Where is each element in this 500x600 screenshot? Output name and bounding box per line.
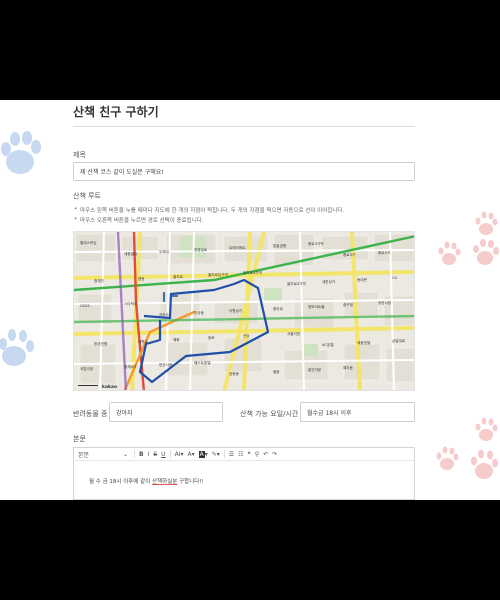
redo-icon[interactable]: ↷ [270, 448, 279, 460]
map-place-label: 창경궁로 [194, 247, 208, 252]
title-divider [73, 126, 415, 127]
chevron-down-icon: ⌄ [122, 450, 128, 458]
map-place-label: 을지로3가역 [243, 270, 262, 275]
map-place-label: 힐데스하임 [80, 240, 97, 245]
map-place-label: 베스트호텔 [194, 360, 211, 365]
post-form-page: 산책 친구 구하기 제목 제 산책 코스 같이 도실분 구해요! 산책 루트 마… [0, 100, 500, 500]
map-place-label: 방산시장 [159, 362, 173, 367]
bold-icon[interactable]: B [137, 448, 146, 460]
pet-type-input[interactable]: 강아지 [109, 402, 223, 422]
walk-time-label: 산책 가능 요일/시간 [240, 410, 299, 418]
map-place-label: 을지로 [173, 274, 184, 279]
spellcheck-underlined-word: 산책하실분 [152, 479, 178, 485]
font-size-icon[interactable]: AI▾ [173, 448, 186, 460]
map-place-label: 국립극장 [80, 366, 94, 371]
highlight-pen-icon[interactable]: ✎▾ [210, 448, 222, 460]
map-place-label: 을지로4가역 [287, 281, 306, 286]
body-label: 본문 [73, 435, 86, 443]
paw-print-icon [473, 239, 499, 265]
paw-print-icon [475, 417, 498, 441]
map-place-label: 예지동 [343, 365, 354, 370]
map-place-label: 세운상가 [322, 279, 336, 284]
route-hint-left-click: 마우스 왼쪽 버튼을 누를 때마다 지도에 한 개의 지점이 찍힙니다. 두 개… [74, 206, 344, 214]
link-icon[interactable]: ⚲ [253, 448, 261, 460]
map-place-label: 세종빌딩 [124, 251, 137, 256]
numbered-list-icon[interactable]: ☷ [236, 448, 245, 460]
map-place-label: 중구청 [343, 302, 353, 307]
map-place-label: 인사동 [194, 310, 205, 315]
map-place-label: CU [392, 276, 398, 280]
paragraph-style-select[interactable]: 본문 ⌄ [74, 448, 132, 460]
map-place-label: 장충동 [229, 371, 240, 376]
map-place-label: 청계4가 [124, 364, 137, 369]
map-logo: kakao [102, 384, 117, 390]
paw-print-icon [471, 449, 498, 479]
map-place-label: 르메이에르 [229, 245, 246, 250]
map-place-label: 종로3가 [343, 252, 356, 257]
map-place-label: 을지로입구역 [208, 272, 228, 277]
map-place-label: 삼일대로 [392, 338, 406, 343]
map-place-label: 서울지방 [287, 331, 301, 336]
map-place-label: 광장시장 [378, 300, 392, 305]
paw-print-icon [0, 329, 34, 366]
map-place-label: 동묘 [208, 336, 215, 340]
highlight-color-icon[interactable]: A ▾ [197, 448, 210, 460]
map-place-label: 신당 [243, 333, 250, 338]
map-place-label: AC호텔 [322, 342, 334, 347]
route-map[interactable]: 힐데스하임세종빌딩 우체국 창경궁로 르메이에르 탑골공원 종로3가역종로3가 종로5가청계… [73, 231, 415, 391]
map-place-label: 스타벅스 [124, 301, 138, 306]
font-color-icon[interactable]: A▾ [185, 448, 196, 460]
map-place-label: 동대문 [357, 277, 368, 282]
subject-input[interactable]: 제 산책 코스 같이 도실분 구해요! [73, 162, 415, 181]
map-place-label: 대학로 [138, 339, 149, 344]
map-place-label: 필동 [273, 369, 280, 374]
map-place-label: 한국전쟁 [94, 341, 107, 346]
map-place-label: 충무로 [273, 306, 284, 311]
paw-print-icon [436, 446, 459, 470]
map-place-label: 탑골공원 [273, 243, 286, 248]
editor-toolbar: 본문 ⌄ B I S U AI▾ A▾ A ▾ ✎▾ ☰ ☷ ❝ ⚲ ↶ ↷ [73, 447, 415, 461]
quote-icon[interactable]: ❝ [246, 448, 253, 460]
map-place-label: 카카오 [159, 312, 170, 317]
map-place-label: 종로5가 [378, 250, 391, 255]
walk-time-input[interactable]: 월수금 18시 이후 [300, 402, 415, 422]
pet-type-label: 반려동물 종 [73, 410, 108, 418]
undo-icon[interactable]: ↶ [261, 448, 270, 460]
route-hint-right-click: 마우스 오른쪽 버튼을 누르면 경로 선택이 종료됩니다. [74, 216, 204, 224]
paw-print-icon [438, 241, 461, 265]
map-place-label: 세종호텔 [357, 340, 371, 345]
page-title: 산책 친구 구하기 [73, 105, 159, 119]
body-editor[interactable]: 월 수 금 18시 이후에 같이 산책하실분 구합니다!! [73, 461, 415, 500]
map-place-label: 종로3가역 [308, 241, 324, 246]
map-place-label: 청계천 [94, 278, 104, 283]
route-label: 산책 루트 [73, 192, 101, 200]
map-place-label: 우체국 [159, 249, 170, 254]
map-place-label: 낙원상가 [229, 308, 243, 313]
underline-icon[interactable]: U [159, 448, 167, 460]
map-place-label: 명보아트홀 [308, 304, 325, 309]
bullet-list-icon[interactable]: ☰ [227, 448, 236, 460]
paw-print-icon [475, 211, 498, 235]
map-place-label: 흥인지문 [308, 367, 322, 372]
map-place-label: GS25 [80, 304, 90, 308]
map-place-label: 혜화 [173, 337, 180, 342]
map-place-label: 명동 [138, 276, 145, 281]
map-canvas[interactable]: 힐데스하임세종빌딩 우체국 창경궁로 르메이에르 탑골공원 종로3가역종로3가 종로5가청계… [74, 232, 415, 391]
strikethrough-icon[interactable]: S [151, 448, 159, 460]
paw-print-icon [1, 131, 41, 174]
subject-label: 제목 [73, 151, 86, 159]
